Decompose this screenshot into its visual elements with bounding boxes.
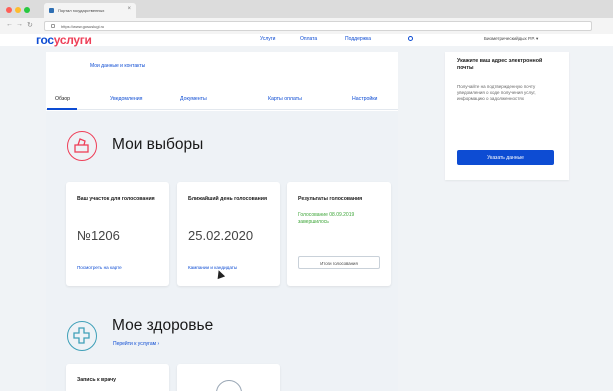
search-icon[interactable] bbox=[408, 36, 413, 41]
forward-arrow-icon[interactable]: → bbox=[16, 21, 23, 28]
url-text: https://www.gosuslugi.ru bbox=[61, 24, 105, 29]
nav-services[interactable]: Услуги bbox=[260, 36, 275, 42]
lock-icon bbox=[51, 24, 55, 28]
address-bar[interactable]: https://www.gosuslugi.ru bbox=[44, 21, 592, 31]
back-arrow-icon[interactable]: ← bbox=[6, 21, 13, 28]
campaigns-candidates-link[interactable]: Кампании и кандидаты bbox=[188, 265, 237, 270]
favicon-icon bbox=[49, 8, 54, 13]
next-voting-day-title: Ближайший день голосования bbox=[188, 196, 267, 202]
elections-title: Мои выборы bbox=[112, 136, 204, 153]
gosuslugi-logo[interactable]: госуслуги bbox=[36, 33, 92, 47]
logo-part-gos: гос bbox=[36, 33, 54, 47]
next-voting-date: 25.02.2020 bbox=[188, 228, 254, 243]
tab-title: Портал государственных bbox=[58, 8, 105, 13]
tab-payment-cards[interactable]: Карты оплаты bbox=[268, 96, 302, 102]
logo-part-uslugi: услуги bbox=[53, 33, 92, 47]
email-prompt-title: Укажите ваш адрес электронной почты bbox=[457, 58, 543, 71]
ballot-box-glyph bbox=[74, 138, 89, 153]
voting-results-title: Результаты голосования bbox=[298, 196, 363, 202]
my-data-link[interactable]: Мои данные и контакты bbox=[90, 63, 145, 69]
specify-data-button[interactable]: Указать данные bbox=[457, 150, 554, 165]
polling-station-number: №1206 bbox=[77, 228, 120, 243]
health-title: Мое здоровье bbox=[112, 317, 214, 334]
navigation-bar: ← → ↻ https://www.gosuslugi.ru bbox=[0, 18, 613, 34]
tab-strip: Портал государственных × bbox=[0, 0, 613, 18]
tab-documents[interactable]: Документы bbox=[180, 96, 207, 102]
user-menu[interactable]: Биометрическийдых Р.Р. ▾ bbox=[484, 36, 538, 42]
active-tab-indicator bbox=[47, 108, 77, 110]
health-cross-glyph bbox=[73, 327, 90, 344]
minimize-window-button[interactable] bbox=[15, 7, 21, 13]
nav-payment[interactable]: Оплата bbox=[300, 36, 317, 42]
voting-status: Голосование 08.09.2019 завершилось bbox=[298, 212, 355, 225]
tab-notifications[interactable]: Уведомления bbox=[110, 96, 142, 102]
tab-settings[interactable]: Настройки bbox=[352, 96, 377, 102]
email-prompt-text: Получайте на подтвержденную почту уведом… bbox=[457, 84, 536, 102]
go-to-services-link[interactable]: Перейти к услугам › bbox=[113, 341, 159, 347]
nav-support[interactable]: Поддержка bbox=[345, 36, 371, 42]
tab-overview[interactable]: Обзор bbox=[55, 96, 70, 102]
health-icon bbox=[67, 321, 97, 351]
tab-close-icon[interactable]: × bbox=[127, 6, 131, 12]
doctor-appointment-title: Запись к врачу bbox=[77, 377, 117, 383]
reload-icon[interactable]: ↻ bbox=[27, 21, 33, 29]
profile-tabs bbox=[46, 90, 398, 110]
ballot-box-icon bbox=[67, 131, 97, 161]
browser-tab[interactable]: Портал государственных × bbox=[44, 3, 136, 18]
polling-station-title: Ваш участок для голосования bbox=[77, 196, 155, 202]
maximize-window-button[interactable] bbox=[24, 7, 30, 13]
browser-chrome: Портал государственных × ← → ↻ https://w… bbox=[0, 0, 613, 34]
view-on-map-link[interactable]: Посмотреть на карте bbox=[77, 265, 122, 270]
close-window-button[interactable] bbox=[6, 7, 12, 13]
voting-results-button[interactable]: Итоги голосования bbox=[298, 256, 380, 269]
